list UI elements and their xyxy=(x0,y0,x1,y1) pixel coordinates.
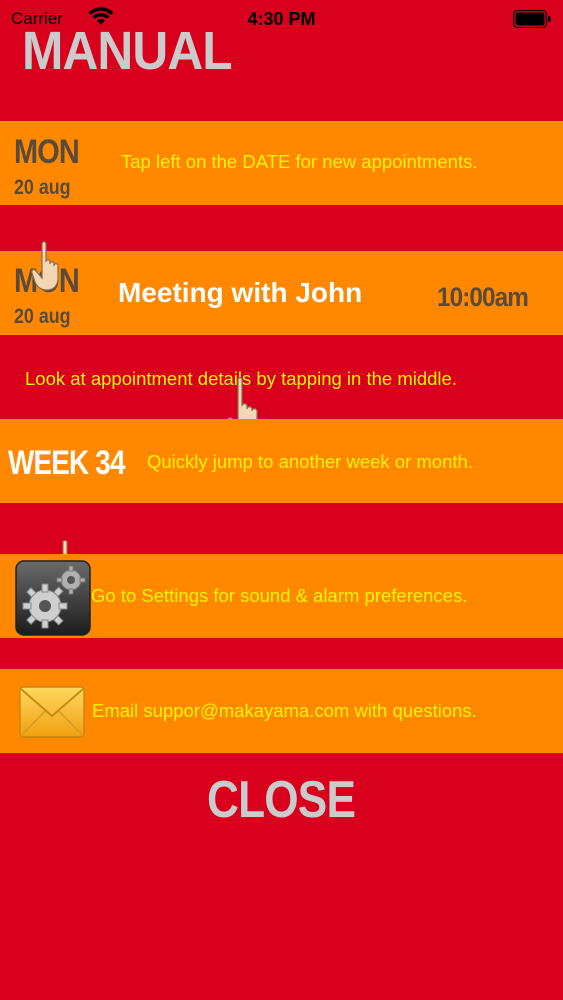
date-day-label[interactable]: MON xyxy=(14,135,80,169)
close-button-label: CLOSE xyxy=(207,771,356,829)
gears-icon[interactable] xyxy=(15,560,91,641)
hint-jump-week: Quickly jump to another week or month. xyxy=(147,451,473,472)
hint-new-appointment: Tap left on the DATE for new appointment… xyxy=(121,151,478,172)
envelope-icon[interactable] xyxy=(19,684,85,745)
appointment-title[interactable]: Meeting with John xyxy=(118,279,362,307)
appointment-time: 10:00am xyxy=(437,282,529,312)
date-number-label[interactable]: 20 aug xyxy=(14,306,71,327)
battery-icon xyxy=(512,9,551,29)
close-button[interactable]: CLOSE xyxy=(0,774,563,826)
pointing-hand-icon xyxy=(30,240,64,297)
page-title: MANUAL xyxy=(22,21,233,81)
week-label[interactable]: WEEK 34 xyxy=(8,446,125,480)
hint-settings: Go to Settings for sound & alarm prefere… xyxy=(91,585,468,606)
date-number-label[interactable]: 20 aug xyxy=(14,177,71,198)
hint-email: Email suppor@makayama.com with questions… xyxy=(92,700,477,721)
